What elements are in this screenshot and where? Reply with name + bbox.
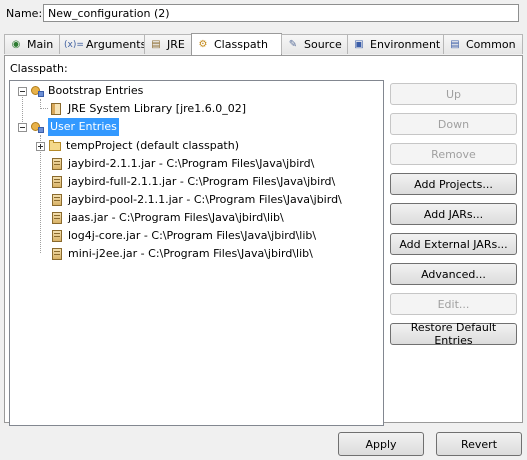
jar-icon [50,211,64,225]
tab-environment[interactable]: ▣ Environment [347,34,444,54]
collapse-icon[interactable] [18,86,27,96]
edit-button[interactable]: Edit... [390,293,517,315]
name-label: Name: [6,7,43,20]
tree-node-bootstrap-entries[interactable]: Bootstrap Entries [18,82,143,100]
tab-label: Common [466,38,516,51]
tab-common[interactable]: ▤ Common [443,34,523,54]
classpath-label: Classpath: [10,62,68,75]
jar-icon [50,157,64,171]
tree-node-jar[interactable]: log4j-core.jar - C:\Program Files\Java\j… [50,227,316,245]
tab-jre[interactable]: ▤ JRE [144,34,192,54]
down-button[interactable]: Down [390,113,517,135]
environment-icon: ▣ [354,38,364,50]
tab-label: JRE [167,38,185,51]
expand-icon[interactable] [36,141,45,151]
user-entries-icon [30,120,44,134]
tree-node-user-entries[interactable]: User Entries [18,118,119,136]
tree-node-jar[interactable]: jaas.jar - C:\Program Files\Java\jbird\l… [50,209,284,227]
common-icon: ▤ [450,38,460,50]
jar-icon [50,175,64,189]
classpath-tree[interactable]: Bootstrap Entries JRE System Library [jr… [9,80,384,426]
collapse-icon[interactable] [18,122,27,132]
restore-default-entries-button[interactable]: Restore Default Entries [390,321,517,347]
tree-node-label: jaybird-pool-2.1.1.jar - C:\Program File… [68,193,342,206]
tree-node-label: Bootstrap Entries [48,84,144,97]
configuration-name-input[interactable] [43,4,519,22]
tree-node-label: jaybird-full-2.1.1.jar - C:\Program File… [68,175,336,188]
tree-node-label: User Entries [48,118,119,136]
jar-icon [50,247,64,261]
tree-node-label: JRE System Library [jre1.6.0_02] [68,102,246,115]
arguments-icon: (x)= [64,39,84,50]
tab-arguments[interactable]: (x)= Arguments [59,34,147,54]
source-icon: ✎ [288,38,298,50]
revert-button[interactable]: Revert [436,432,522,456]
tab-source[interactable]: ✎ Source [281,34,348,54]
tab-label: Arguments [86,38,147,51]
main-icon: ◉ [11,38,21,50]
library-icon [50,102,64,116]
remove-button[interactable]: Remove [390,143,517,165]
up-button[interactable]: Up [390,83,517,105]
add-projects-button[interactable]: Add Projects... [390,173,517,195]
add-external-jars-button[interactable]: Add External JARs... [390,233,517,255]
tab-label: Classpath [214,38,268,51]
tree-node-label: jaas.jar - C:\Program Files\Java\jbird\l… [68,211,284,224]
jar-icon [50,229,64,243]
tree-node-jar[interactable]: jaybird-full-2.1.1.jar - C:\Program File… [50,173,335,191]
tree-node-jar[interactable]: jaybird-2.1.1.jar - C:\Program Files\Jav… [50,155,314,173]
tree-node-jar[interactable]: mini-j2ee.jar - C:\Program Files\Java\jb… [50,245,313,263]
tree-node-jar[interactable]: jaybird-pool-2.1.1.jar - C:\Program File… [50,191,342,209]
jre-icon: ▤ [151,38,161,50]
tab-label: Source [304,38,342,51]
tree-connector [40,108,48,109]
jar-icon [50,193,64,207]
tree-node-label: mini-j2ee.jar - C:\Program Files\Java\jb… [68,247,313,260]
tree-node-label: jaybird-2.1.1.jar - C:\Program Files\Jav… [68,157,315,170]
tree-node-jre-library[interactable]: JRE System Library [jre1.6.0_02] [50,100,246,118]
tree-node-project[interactable]: tempProject (default classpath) [36,137,239,155]
tree-node-label: log4j-core.jar - C:\Program Files\Java\j… [68,229,317,242]
add-jars-button[interactable]: Add JARs... [390,203,517,225]
tab-label: Main [27,38,54,51]
tab-label: Environment [370,38,441,51]
advanced-button[interactable]: Advanced... [390,263,517,285]
apply-button[interactable]: Apply [338,432,424,456]
project-icon [48,139,62,153]
tree-node-label: tempProject (default classpath) [66,139,240,152]
classpath-icon: ⚙ [198,38,208,50]
launch-config-tabs: ◉ Main (x)= Arguments ▤ JRE ⚙ Classpath … [4,33,523,56]
tab-main[interactable]: ◉ Main [4,34,60,54]
tab-classpath[interactable]: ⚙ Classpath [191,33,282,55]
bootstrap-entries-icon [30,84,44,98]
